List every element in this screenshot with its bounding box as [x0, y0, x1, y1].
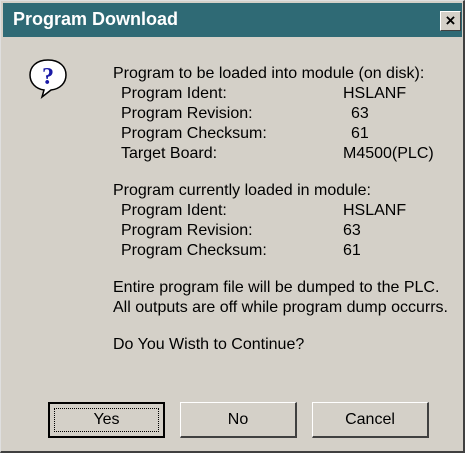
row-value: 63 — [343, 222, 361, 239]
yes-button[interactable]: Yes — [48, 402, 165, 438]
close-button[interactable]: × — [440, 11, 461, 31]
disk-row-ident: Program Ident: HSLANF — [113, 84, 448, 104]
module-row-ident: Program Ident: HSLANF — [113, 201, 448, 221]
row-label: Program Revision: — [121, 222, 253, 239]
row-label: Program Checksum: — [121, 242, 267, 259]
disk-row-revision: Program Revision: 63 — [113, 104, 448, 124]
info-message-2: All outputs are off while program dump o… — [113, 299, 448, 316]
no-button[interactable]: No — [180, 402, 297, 438]
title-bar[interactable]: Program Download × — [3, 3, 462, 37]
confirmation-question: Do You Wisth to Continue? — [113, 336, 305, 353]
close-icon: × — [445, 11, 456, 30]
row-label: Target Board: — [121, 145, 218, 162]
row-value: M4500(PLC) — [343, 145, 434, 162]
info-message-1: Entire program file will be dumped to th… — [113, 279, 440, 296]
row-label: Program Ident: — [121, 202, 227, 219]
disk-row-checksum: Program Checksum: 61 — [113, 124, 448, 144]
row-value: 63 — [351, 105, 369, 122]
window-title: Program Download — [13, 9, 179, 29]
row-label: Program Checksum: — [121, 125, 267, 142]
disk-section-header: Program to be loaded into module (on dis… — [113, 65, 425, 82]
row-label: Program Ident: — [121, 85, 227, 102]
cancel-button[interactable]: Cancel — [312, 402, 429, 438]
module-section-header: Program currently loaded in module: — [113, 182, 371, 199]
module-row-checksum: Program Checksum: 61 — [113, 241, 448, 261]
row-label: Program Revision: — [121, 105, 253, 122]
dialog-message: Program to be loaded into module (on dis… — [113, 64, 448, 355]
row-value: 61 — [343, 242, 361, 259]
svg-text:?: ? — [42, 64, 54, 90]
row-value: 61 — [351, 125, 369, 142]
question-icon: ? — [29, 59, 67, 99]
row-value: HSLANF — [343, 202, 407, 219]
module-row-revision: Program Revision: 63 — [113, 221, 448, 241]
disk-row-target-board: Target Board: M4500(PLC) — [113, 144, 448, 164]
program-download-dialog: Program Download × ? Program to be loade… — [0, 0, 465, 453]
row-value: HSLANF — [343, 85, 407, 102]
